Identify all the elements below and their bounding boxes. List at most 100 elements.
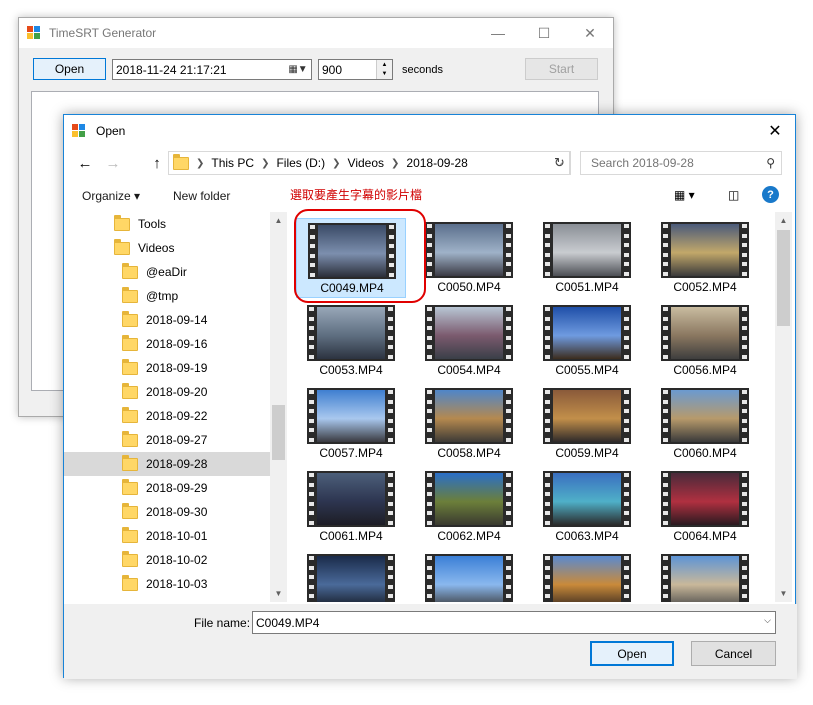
back-arrow-icon[interactable]: ← [74, 152, 96, 174]
video-thumbnail-icon [307, 554, 395, 602]
chevron-right-icon: ❯ [261, 157, 270, 169]
spin-up-icon[interactable]: ▲ [377, 60, 392, 70]
file-tile[interactable]: C0058.MP4 [414, 384, 524, 464]
file-tile[interactable]: C0068.MP4 [650, 550, 760, 602]
dialog-title-bar[interactable]: Open ✕ [64, 115, 795, 146]
file-name-label: C0059.MP4 [555, 446, 619, 460]
breadcrumb-current-folder[interactable]: 2018-09-28 [406, 156, 467, 170]
datetime-picker[interactable]: 2018-11-24 21:17:21 ▦▼ [112, 59, 312, 80]
file-tile[interactable]: C0053.MP4 [296, 301, 406, 381]
bg-title-bar[interactable]: TimeSRT Generator — ☐ ✕ [19, 18, 613, 48]
datetime-value: 2018-11-24 21:17:21 [116, 62, 227, 77]
files-scroll-thumb[interactable] [777, 230, 790, 326]
file-name-label: C0052.MP4 [673, 280, 737, 294]
folder-icon [122, 550, 138, 567]
tree-item[interactable]: 2018-09-30 [64, 500, 270, 524]
navigation-pane: Tools Videos @eaDir @tmp 2018-09-14 2018-09-1… [64, 212, 287, 602]
chevron-right-icon: ❯ [196, 157, 205, 169]
bg-open-button[interactable]: Open [33, 58, 106, 80]
file-tile[interactable]: C0061.MP4 [296, 467, 406, 547]
scroll-up-icon[interactable]: ▲ [775, 212, 792, 229]
tree-item[interactable]: 2018-09-20 [64, 380, 270, 404]
video-thumbnail-icon [425, 554, 513, 602]
tree-item-label: 2018-10-02 [146, 553, 208, 567]
tree-item[interactable]: @eaDir [64, 260, 270, 284]
forward-arrow-icon[interactable]: → [102, 152, 124, 174]
tree-item[interactable]: 2018-09-28 [64, 452, 270, 476]
file-tile[interactable]: C0055.MP4 [532, 301, 642, 381]
maximize-icon[interactable]: ☐ [521, 18, 567, 48]
video-thumbnail-icon [661, 222, 749, 278]
start-button[interactable]: Start [525, 58, 598, 80]
nav-scrollbar[interactable]: ▲ ▼ [270, 212, 287, 602]
change-view-icon[interactable]: ▦ ▾ [674, 188, 695, 202]
minimize-icon[interactable]: — [475, 18, 521, 48]
bg-window-title: TimeSRT Generator [49, 26, 157, 40]
file-name-label: C0050.MP4 [437, 280, 501, 294]
file-tile[interactable]: C0067.MP4 [532, 550, 642, 602]
file-tile[interactable]: C0054.MP4 [414, 301, 524, 381]
dialog-close-icon[interactable]: ✕ [755, 115, 795, 146]
tree-item[interactable]: 2018-10-01 [64, 524, 270, 548]
file-tile[interactable]: C0059.MP4 [532, 384, 642, 464]
file-name-label: C0053.MP4 [319, 363, 383, 377]
file-tile[interactable]: C0060.MP4 [650, 384, 760, 464]
scroll-down-icon[interactable]: ▼ [270, 585, 287, 602]
nav-scroll-thumb[interactable] [272, 405, 285, 460]
file-tile[interactable]: C0063.MP4 [532, 467, 642, 547]
file-tile[interactable]: C0049.MP4 [296, 218, 406, 298]
search-input[interactable] [589, 155, 759, 171]
tree-item[interactable]: 2018-09-29 [64, 476, 270, 500]
organize-menu[interactable]: Organize ▾ [82, 189, 140, 203]
file-name-field[interactable]: ⌵ [252, 611, 776, 634]
close-icon[interactable]: ✕ [567, 18, 613, 48]
tree-item[interactable]: @tmp [64, 284, 270, 308]
file-tile[interactable]: C0066.MP4 [414, 550, 524, 602]
duration-stepper[interactable]: 900 ▲ ▼ [318, 59, 393, 80]
help-icon[interactable]: ? [762, 186, 779, 203]
file-name-label: C0054.MP4 [437, 363, 501, 377]
spin-down-icon[interactable]: ▼ [377, 69, 392, 79]
calendar-dropdown-icon[interactable]: ▦▼ [287, 62, 309, 77]
search-box[interactable]: ⚲ [580, 151, 782, 175]
file-tile[interactable]: C0064.MP4 [650, 467, 760, 547]
file-name-input[interactable] [256, 615, 736, 630]
scroll-up-icon[interactable]: ▲ [270, 212, 287, 229]
tree-item[interactable]: 2018-09-14 [64, 308, 270, 332]
file-tile[interactable]: C0056.MP4 [650, 301, 760, 381]
tree-item[interactable]: 2018-10-02 [64, 548, 270, 572]
folder-icon [122, 310, 138, 327]
tree-item-label: 2018-09-16 [146, 337, 208, 351]
scroll-down-icon[interactable]: ▼ [775, 585, 792, 602]
files-scrollbar[interactable]: ▲ ▼ [775, 212, 792, 602]
tree-item[interactable]: Videos [64, 236, 270, 260]
tree-item[interactable]: 2018-09-27 [64, 428, 270, 452]
breadcrumb-this-pc[interactable]: This PC [211, 156, 254, 170]
file-tile[interactable]: C0057.MP4 [296, 384, 406, 464]
video-thumbnail-icon [661, 388, 749, 444]
new-folder-button[interactable]: New folder [173, 189, 230, 203]
breadcrumb-files-d[interactable]: Files (D:) [276, 156, 325, 170]
file-tile[interactable]: C0050.MP4 [414, 218, 524, 298]
folder-icon [122, 430, 138, 447]
open-button[interactable]: Open [590, 641, 674, 666]
tree-item-label: 2018-09-28 [146, 457, 208, 471]
breadcrumb-videos[interactable]: Videos [348, 156, 384, 170]
tree-item[interactable]: 2018-10-03 [64, 572, 270, 596]
tree-item[interactable]: 2018-09-19 [64, 356, 270, 380]
file-tile[interactable]: C0051.MP4 [532, 218, 642, 298]
tree-item[interactable]: Tools [64, 212, 270, 236]
tree-item[interactable]: 2018-09-16 [64, 332, 270, 356]
tree-item[interactable]: 2018-09-22 [64, 404, 270, 428]
preview-pane-icon[interactable]: ◫ [728, 188, 739, 202]
cancel-button[interactable]: Cancel [691, 641, 776, 666]
chevron-down-icon[interactable]: ⌵ [764, 615, 771, 626]
refresh-icon[interactable]: ↻ [549, 151, 571, 175]
up-arrow-icon[interactable]: ↑ [146, 152, 168, 174]
folder-icon [122, 454, 138, 471]
file-tile[interactable]: C0062.MP4 [414, 467, 524, 547]
file-tile[interactable]: C0065.MP4 [296, 550, 406, 602]
file-tile[interactable]: C0052.MP4 [650, 218, 760, 298]
address-bar[interactable]: ❯ This PC ❯ Files (D:) ❯ Videos ❯ 2018-0… [168, 151, 570, 175]
video-thumbnail-icon [425, 222, 513, 278]
